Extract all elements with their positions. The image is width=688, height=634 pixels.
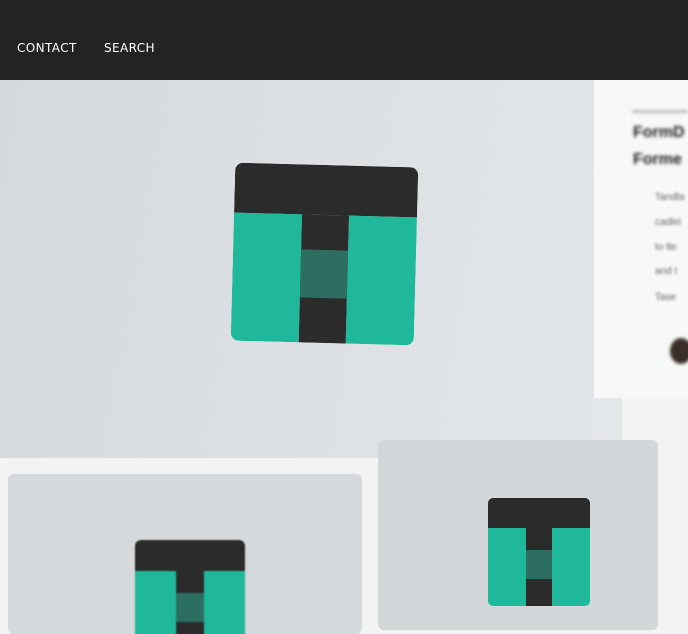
post-title-line-1[interactable]: FormD	[633, 124, 685, 142]
post-excerpt-line-2: cadlei	[655, 217, 682, 228]
featured-post-image[interactable]	[0, 80, 622, 458]
post-title-line-2[interactable]: Forme	[633, 151, 682, 169]
nav-search-link[interactable]: SEARCH	[104, 41, 155, 55]
author-avatar[interactable]	[670, 338, 688, 364]
top-navigation-bar: CONTACT SEARCH	[0, 0, 688, 80]
nav-contact-link[interactable]: CONTACT	[17, 41, 77, 55]
t-logo-icon	[488, 498, 590, 606]
post-excerpt-line-4: and t	[655, 266, 678, 277]
post-excerpt-line-5: Tase	[655, 292, 677, 303]
post-card-2[interactable]	[378, 440, 658, 630]
post-excerpt-line-1: Tandla	[655, 192, 685, 203]
post-card-1[interactable]	[8, 474, 362, 634]
t-logo-icon	[230, 162, 419, 346]
post-excerpt-line-3: to tle	[655, 242, 677, 253]
post-category-line	[632, 110, 688, 113]
